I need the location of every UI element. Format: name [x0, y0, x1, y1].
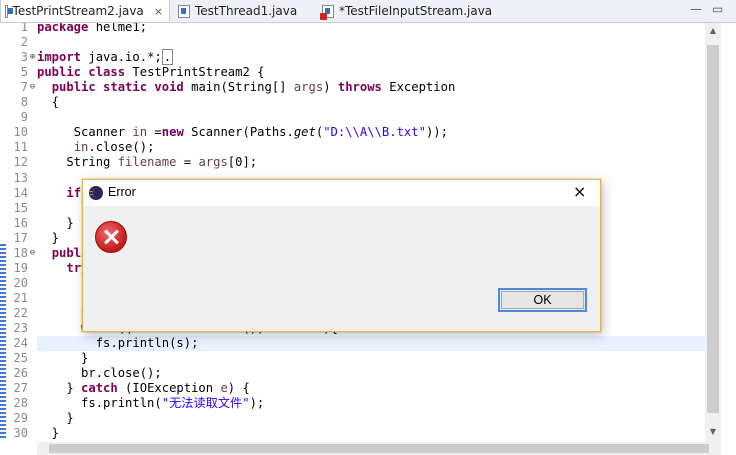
line-number: 8	[20, 95, 28, 109]
line-number: 1	[20, 23, 28, 34]
code-line[interactable]: 2	[0, 35, 705, 50]
fold-toggle-icon[interactable]: ⊖	[28, 80, 37, 95]
code-text: }	[37, 411, 74, 425]
code-line[interactable]: 9	[0, 110, 705, 125]
eclipse-logo-icon	[89, 186, 103, 200]
change-marker-bar	[0, 244, 6, 440]
tab-testprintstream2[interactable]: TestPrintStream2.java ×	[0, 0, 170, 22]
code-text: publi	[51, 246, 89, 260]
code-text: String filename = args[0];	[37, 155, 258, 169]
line-number: 13	[13, 171, 28, 185]
code-line[interactable]: 1 package helme1;	[0, 23, 705, 35]
line-number: 3	[20, 50, 28, 64]
code-text: package helme1;	[37, 23, 148, 34]
minimize-icon[interactable]: —	[690, 2, 702, 16]
scroll-thumb[interactable]	[49, 444, 709, 453]
horizontal-scrollbar[interactable]	[37, 442, 721, 455]
code-text: }	[37, 351, 89, 365]
code-line[interactable]: 24 fs.println(s);	[0, 336, 705, 351]
line-number: 14	[13, 186, 28, 200]
code-line[interactable]: 29 }	[0, 411, 705, 426]
fold-toggle-icon[interactable]: ⊕	[28, 50, 37, 65]
code-text: import java.io.*;.	[37, 49, 174, 65]
line-number: 10	[13, 125, 28, 139]
code-text: {	[37, 95, 60, 109]
scroll-down-icon[interactable]: ▼	[705, 427, 721, 436]
code-text: if(	[66, 186, 88, 200]
code-line[interactable]: 26 br.close();	[0, 366, 705, 381]
fold-toggle-icon[interactable]: ⊖	[28, 246, 37, 261]
scroll-up-icon[interactable]: ▲	[705, 26, 721, 35]
code-text: public class TestPrintStream2 {	[37, 65, 265, 79]
ok-label: OK	[533, 293, 552, 307]
code-line[interactable]: 30 }	[0, 426, 705, 441]
code-line[interactable]: 8 {	[0, 95, 705, 110]
code-line[interactable]: 27 } catch (IOException e) {	[0, 381, 705, 396]
code-text: E	[37, 276, 89, 290]
code-text: public static void main(String[] args) t…	[51, 80, 456, 94]
code-text: }	[37, 216, 74, 230]
code-line[interactable]: 28 fs.println("无法读取文件");	[0, 396, 705, 411]
line-number: 9	[20, 110, 28, 124]
editor-tab-bar: TestPrintStream2.java × TestThread1.java…	[0, 0, 736, 23]
error-icon	[95, 221, 127, 253]
tab-label: *TestFileInputStream.java	[339, 4, 493, 18]
ok-button[interactable]: OK	[498, 288, 587, 312]
line-number: 2	[20, 35, 28, 49]
code-text: }	[37, 231, 60, 245]
tab-testfileinputstream[interactable]: *TestFileInputStream.java	[318, 0, 508, 22]
tab-label: TestThread1.java	[195, 4, 298, 18]
code-text: br.close();	[37, 366, 162, 380]
vertical-scrollbar[interactable]: ▲ ▼	[705, 23, 721, 442]
code-text: } catch (IOException e) {	[37, 381, 250, 395]
java-file-icon	[178, 4, 190, 18]
line-number: 16	[13, 216, 28, 230]
dialog-titlebar: Error ×	[83, 180, 600, 206]
line-number: 11	[13, 140, 28, 154]
line-number: 5	[20, 65, 28, 79]
code-line[interactable]: 10 Scanner in =new Scanner(Paths.get("D:…	[0, 125, 705, 140]
java-file-error-icon	[320, 4, 334, 20]
code-text: fs.println(s);	[37, 336, 199, 350]
code-line[interactable]: 25 }	[0, 351, 705, 366]
code-text: }	[37, 426, 60, 440]
code-line[interactable]: 3 ⊕ import java.io.*;.	[0, 49, 705, 65]
close-icon[interactable]: ×	[573, 182, 586, 201]
tab-label: TestPrintStream2.java	[12, 4, 144, 18]
code-text: Scanner in =new Scanner(Paths.get("D:\\A…	[37, 125, 448, 139]
line-number: 7	[20, 80, 28, 94]
code-line[interactable]: 5 public class TestPrintStream2 {	[0, 65, 705, 80]
line-number: 15	[13, 201, 28, 215]
code-text: fs.println("无法读取文件");	[37, 396, 265, 410]
maximize-icon[interactable]: ▭	[712, 2, 723, 16]
dialog-title: Error	[108, 185, 136, 199]
code-line[interactable]: 7 ⊖ public static void main(String[] args…	[0, 80, 705, 95]
tab-close-icon[interactable]: ×	[154, 5, 163, 18]
error-dialog: Error × OK	[82, 179, 601, 332]
code-text: in.close();	[73, 140, 155, 154]
tab-testthread1[interactable]: TestThread1.java	[174, 0, 314, 22]
code-line[interactable]: 12 String filename = args[0];	[0, 155, 705, 170]
overview-ruler	[721, 23, 736, 455]
code-line[interactable]: 11 in.close();	[0, 140, 705, 155]
scroll-thumb[interactable]	[707, 45, 719, 413]
line-number: 12	[13, 155, 28, 169]
java-file-icon	[5, 4, 12, 18]
code-text: try	[66, 261, 89, 275]
code-text: S	[37, 306, 89, 320]
